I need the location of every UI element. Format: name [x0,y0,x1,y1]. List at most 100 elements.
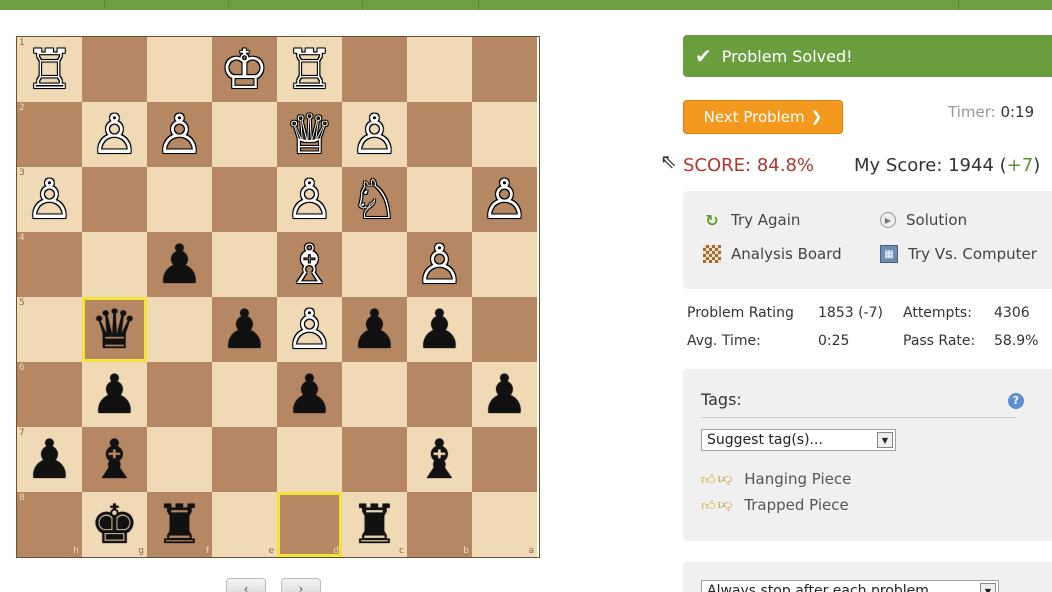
next-problem-button[interactable]: Next Problem ❯ [683,100,843,134]
chess-piece[interactable]: ♜ [155,497,203,552]
board-square[interactable]: ♙ [472,167,537,232]
thumbs-down-icon[interactable]: 👍︎ [718,497,733,514]
board-square[interactable] [212,167,277,232]
chess-piece[interactable]: ♟ [90,367,138,422]
board-square[interactable]: ♙ [147,102,212,167]
board-square[interactable]: ♛ [82,297,147,362]
board-square[interactable] [472,232,537,297]
board-square[interactable]: d [277,492,342,557]
board-square[interactable]: 8h [17,492,82,557]
board-square[interactable] [212,362,277,427]
board-square[interactable]: ♟ [147,232,212,297]
board-square[interactable]: ♟ [82,362,147,427]
analysis-board-link[interactable]: Analysis Board [703,245,842,263]
board-square[interactable] [407,362,472,427]
board-square[interactable]: a [472,492,537,557]
chess-board[interactable]: 1 ♖ ♔ ♖ 2 ♙ ♙ ♕ ♙ 3 ♙ ♙ ♘ ♙ 4 ♟ ♗ ♙ 5 ♛ ♟ ♙ ♟ ♟ 6 ♟ ♟ ♟ 7 ♟ ♝ ♝ 8 h g ♚ f ♜ e d… [16,36,540,558]
try-vs-computer-link[interactable]: ▦ Try Vs. Computer [880,245,1037,263]
board-square[interactable] [342,232,407,297]
chess-piece[interactable]: ♙ [285,172,333,227]
board-square[interactable]: ♖ [277,37,342,102]
board-square[interactable]: 4 [17,232,82,297]
chess-piece[interactable]: ♜ [350,497,398,552]
chess-piece[interactable]: ♙ [90,107,138,162]
chess-piece[interactable]: ♟ [350,302,398,357]
chess-piece[interactable]: ♟ [480,367,528,422]
board-square[interactable] [277,427,342,492]
board-square[interactable] [342,427,407,492]
chess-piece[interactable]: ♟ [415,302,463,357]
chess-piece[interactable]: ♙ [480,172,528,227]
chess-piece[interactable]: ♙ [155,107,203,162]
board-square[interactable]: 3 ♙ [17,167,82,232]
board-square[interactable] [82,37,147,102]
board-square[interactable]: 2 [17,102,82,167]
board-square[interactable]: ♗ [277,232,342,297]
chess-piece[interactable]: ♙ [25,172,73,227]
board-square[interactable]: 7 ♟ [17,427,82,492]
chess-piece[interactable]: ♙ [350,107,398,162]
board-square[interactable]: ♙ [407,232,472,297]
board-square[interactable]: ♘ [342,167,407,232]
board-square[interactable]: ♝ [82,427,147,492]
chess-piece[interactable]: ♘ [350,172,398,227]
board-square[interactable] [472,102,537,167]
board-square[interactable] [147,297,212,362]
board-square[interactable]: ♔ [212,37,277,102]
thumbs-up-icon[interactable]: 👍︎ [701,497,716,514]
suggest-tags-select[interactable]: Suggest tag(s)... ▼ [701,429,896,451]
chess-piece[interactable]: ♟ [220,302,268,357]
thumbs-down-icon[interactable]: 👍︎ [718,471,733,488]
chess-piece[interactable]: ♟ [25,432,73,487]
previous-move-button[interactable]: ‹ [226,578,266,592]
board-square[interactable]: ♕ [277,102,342,167]
board-square[interactable]: ♟ [277,362,342,427]
board-square[interactable] [147,427,212,492]
board-square[interactable] [342,37,407,102]
board-square[interactable] [212,232,277,297]
board-square[interactable]: 1 ♖ [17,37,82,102]
board-square[interactable]: 6 [17,362,82,427]
board-square[interactable] [407,37,472,102]
board-square[interactable]: ♙ [277,167,342,232]
board-square[interactable] [147,167,212,232]
board-square[interactable]: ♙ [82,102,147,167]
board-square[interactable]: ♟ [472,362,537,427]
solution-link[interactable]: ▶ Solution [880,211,967,229]
board-square[interactable] [342,362,407,427]
board-square[interactable] [82,167,147,232]
chess-piece[interactable]: ♖ [285,42,333,97]
thumbs-up-icon[interactable]: 👍︎ [701,471,716,488]
board-square[interactable] [407,102,472,167]
board-square[interactable]: ♟ [407,297,472,362]
try-again-link[interactable]: ↻ Try Again [703,211,800,230]
chess-piece[interactable]: ♟ [155,237,203,292]
board-square[interactable] [212,102,277,167]
board-square[interactable] [407,167,472,232]
board-square[interactable]: g ♚ [82,492,147,557]
help-icon[interactable]: ? [1008,393,1024,409]
chess-piece[interactable]: ♛ [90,302,138,357]
next-move-button[interactable]: › [281,578,321,592]
board-square[interactable]: e [212,492,277,557]
board-square[interactable]: 5 [17,297,82,362]
chess-piece[interactable]: ♝ [90,432,138,487]
board-square[interactable]: c ♜ [342,492,407,557]
chess-piece[interactable]: ♝ [415,432,463,487]
board-square[interactable]: b [407,492,472,557]
chess-piece[interactable]: ♚ [90,497,138,552]
board-square[interactable] [82,232,147,297]
board-square[interactable]: ♝ [407,427,472,492]
chess-piece[interactable]: ♔ [220,42,268,97]
chess-piece[interactable]: ♙ [285,302,333,357]
advance-mode-select[interactable]: Always stop after each problem ▼ [701,580,999,592]
board-square[interactable] [212,427,277,492]
board-square[interactable]: ♙ [277,297,342,362]
board-square[interactable] [147,37,212,102]
chess-piece[interactable]: ♖ [25,42,73,97]
board-square[interactable] [472,297,537,362]
chess-piece[interactable]: ♟ [285,367,333,422]
chess-piece[interactable]: ♗ [285,237,333,292]
board-square[interactable] [472,37,537,102]
board-square[interactable]: ♟ [342,297,407,362]
